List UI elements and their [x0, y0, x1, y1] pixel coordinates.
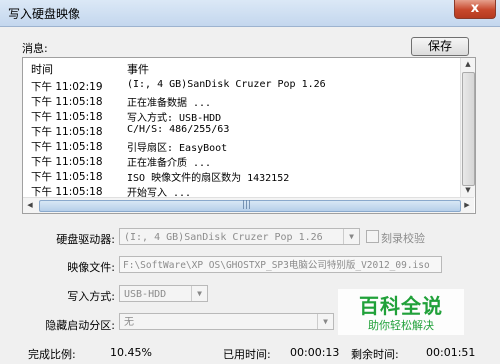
log-rows: 下午 11:02:19 (I:, 4 GB)SanDisk Cruzer Pop … [23, 78, 460, 199]
scroll-right-icon[interactable]: ▶ [460, 199, 474, 212]
row-time: 下午 11:05:18 [31, 171, 103, 183]
watermark-subtitle: 助你轻松解决 [368, 319, 434, 332]
remaining-label: 剩余时间: [351, 348, 399, 361]
log-header: 时间 事件 [23, 58, 460, 76]
row-event: (I:, 4 GB)SanDisk Cruzer Pop 1.26 [127, 79, 326, 90]
hidden-partition-value: 无 [124, 317, 134, 328]
log-row: 下午 11:02:19 (I:, 4 GB)SanDisk Cruzer Pop … [23, 78, 460, 93]
row-time: 下午 11:05:18 [31, 141, 103, 153]
row-time: 下午 11:05:18 [31, 96, 103, 108]
row-event: 正在准备数据 ... [127, 98, 212, 109]
chevron-down-icon[interactable]: ▼ [317, 314, 333, 329]
horizontal-scroll-thumb[interactable]: ||| [39, 200, 461, 212]
column-event[interactable]: 事件 [127, 61, 149, 77]
drive-select-value: (I:, 4 GB)SanDisk Cruzer Pop 1.26 [124, 232, 323, 243]
column-time[interactable]: 时间 [31, 61, 53, 77]
vertical-scrollbar[interactable]: ▲ ▼ [460, 58, 475, 197]
elapsed-label: 已用时间: [223, 348, 271, 361]
row-time: 下午 11:02:19 [31, 81, 103, 93]
message-log[interactable]: 时间 事件 下午 11:02:19 (I:, 4 GB)SanDisk Cruze… [22, 57, 476, 214]
write-method-value: USB-HDD [124, 289, 167, 300]
save-button[interactable]: 保存 [411, 37, 469, 56]
log-row: 下午 11:05:18 ISO 映像文件的扇区数为 1432152 [23, 168, 460, 184]
log-row: 下午 11:05:18 C/H/S: 486/255/63 [23, 123, 460, 138]
image-file-field[interactable]: F:\SoftWare\XP OS\GHOSTXP_SP3电脑公司特别版_V20… [119, 256, 442, 273]
row-time: 下午 11:05:18 [31, 126, 103, 138]
row-time: 下午 11:05:18 [31, 111, 103, 123]
window-title: 写入硬盘映像 [8, 7, 81, 21]
log-row: 下午 11:05:18 开始写入 ... [23, 183, 460, 199]
vertical-scroll-thumb[interactable] [462, 72, 475, 186]
scroll-down-icon[interactable]: ▼ [461, 184, 475, 197]
grip-icon: ||| [242, 200, 252, 210]
log-row: 下午 11:05:18 正在准备数据 ... [23, 93, 460, 109]
row-event: 正在准备介质 ... [127, 158, 212, 169]
verify-label: 刻录校验 [381, 232, 425, 245]
log-row: 下午 11:05:18 写入方式: USB-HDD [23, 108, 460, 124]
drive-select[interactable]: (I:, 4 GB)SanDisk Cruzer Pop 1.26 ▼ [119, 228, 360, 245]
row-event: 写入方式: USB-HDD [127, 113, 222, 124]
close-icon[interactable]: x [471, 1, 479, 16]
close-button[interactable]: x [454, 0, 496, 19]
watermark-title: 百科全说 [359, 294, 443, 318]
title-bar: 写入硬盘映像 x [0, 0, 500, 27]
write-method-label: 写入方式: [67, 290, 115, 303]
messages-label: 消息: [22, 42, 48, 55]
image-file-value: F:\SoftWare\XP OS\GHOSTXP_SP3电脑公司特别版_V20… [123, 260, 430, 271]
row-event: C/H/S: 486/255/63 [127, 124, 230, 135]
remaining-value: 00:01:51 [426, 346, 476, 359]
drive-label: 硬盘驱动器: [56, 233, 115, 246]
image-file-label: 映像文件: [67, 261, 115, 274]
chevron-down-icon[interactable]: ▼ [191, 286, 207, 301]
log-row: 下午 11:05:18 引导扇区: EasyBoot [23, 138, 460, 154]
progress-label: 完成比例: [28, 348, 76, 361]
progress-value: 10.45% [110, 346, 152, 359]
row-event: ISO 映像文件的扇区数为 1432152 [127, 173, 290, 184]
log-row: 下午 11:05:18 正在准备介质 ... [23, 153, 460, 169]
write-method-select[interactable]: USB-HDD ▼ [119, 285, 208, 302]
hidden-partition-label: 隐藏启动分区: [45, 319, 115, 332]
scroll-left-icon[interactable]: ◀ [23, 199, 37, 212]
chevron-down-icon[interactable]: ▼ [343, 229, 359, 244]
verify-checkbox[interactable] [366, 230, 379, 243]
scroll-up-icon[interactable]: ▲ [461, 58, 475, 71]
elapsed-value: 00:00:13 [290, 346, 340, 359]
row-time: 下午 11:05:18 [31, 156, 103, 168]
hidden-partition-select[interactable]: 无 ▼ [119, 313, 334, 330]
horizontal-scrollbar[interactable]: ◀ ||| ▶ [23, 197, 474, 213]
row-event: 引导扇区: EasyBoot [127, 143, 228, 154]
